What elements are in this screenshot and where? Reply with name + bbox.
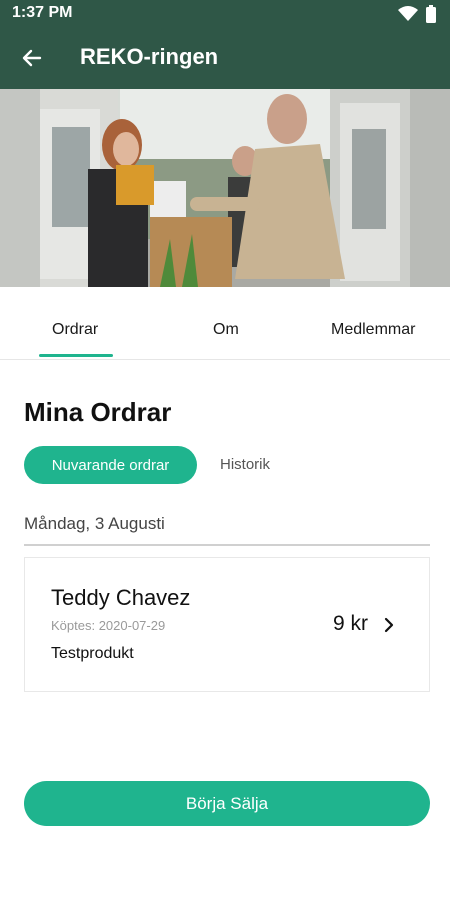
order-card[interactable]: Teddy Chavez Köptes: 2020-07-29 Testprod… [24, 557, 430, 692]
tab-selected-indicator [39, 354, 113, 357]
tab-bar: Ordrar Om Medlemmar [0, 287, 450, 360]
hero-photo [0, 89, 450, 287]
arrow-left-icon [22, 49, 42, 67]
filter-history[interactable]: Historik [220, 456, 270, 473]
page-title: Mina Ordrar [24, 397, 172, 427]
order-product-name: Testprodukt [51, 645, 134, 662]
back-button[interactable] [18, 44, 46, 72]
tab-ordrar[interactable]: Ordrar [52, 321, 98, 339]
tab-medlemmar[interactable]: Medlemmar [331, 321, 415, 339]
chevron-right-icon [384, 617, 394, 633]
filter-current-orders[interactable]: Nuvarande ordrar [24, 446, 197, 484]
wifi-icon [398, 6, 418, 21]
hero-illustration [0, 89, 450, 287]
status-time: 1:37 PM [12, 4, 73, 21]
battery-icon [426, 5, 436, 23]
status-bar: 1:37 PM [0, 0, 450, 27]
order-purchase-date: Köptes: 2020-07-29 [51, 618, 166, 633]
app-title: REKO-ringen [80, 44, 219, 69]
app-bar: REKO-ringen [0, 27, 450, 89]
date-group-label: Måndag, 3 Augusti [24, 514, 165, 533]
order-price: 9 kr [333, 612, 369, 635]
start-selling-button[interactable]: Börja Sälja [24, 781, 430, 826]
order-buyer-name: Teddy Chavez [51, 585, 191, 610]
date-divider [24, 544, 430, 546]
status-icons [398, 5, 436, 23]
tab-om[interactable]: Om [213, 321, 239, 339]
